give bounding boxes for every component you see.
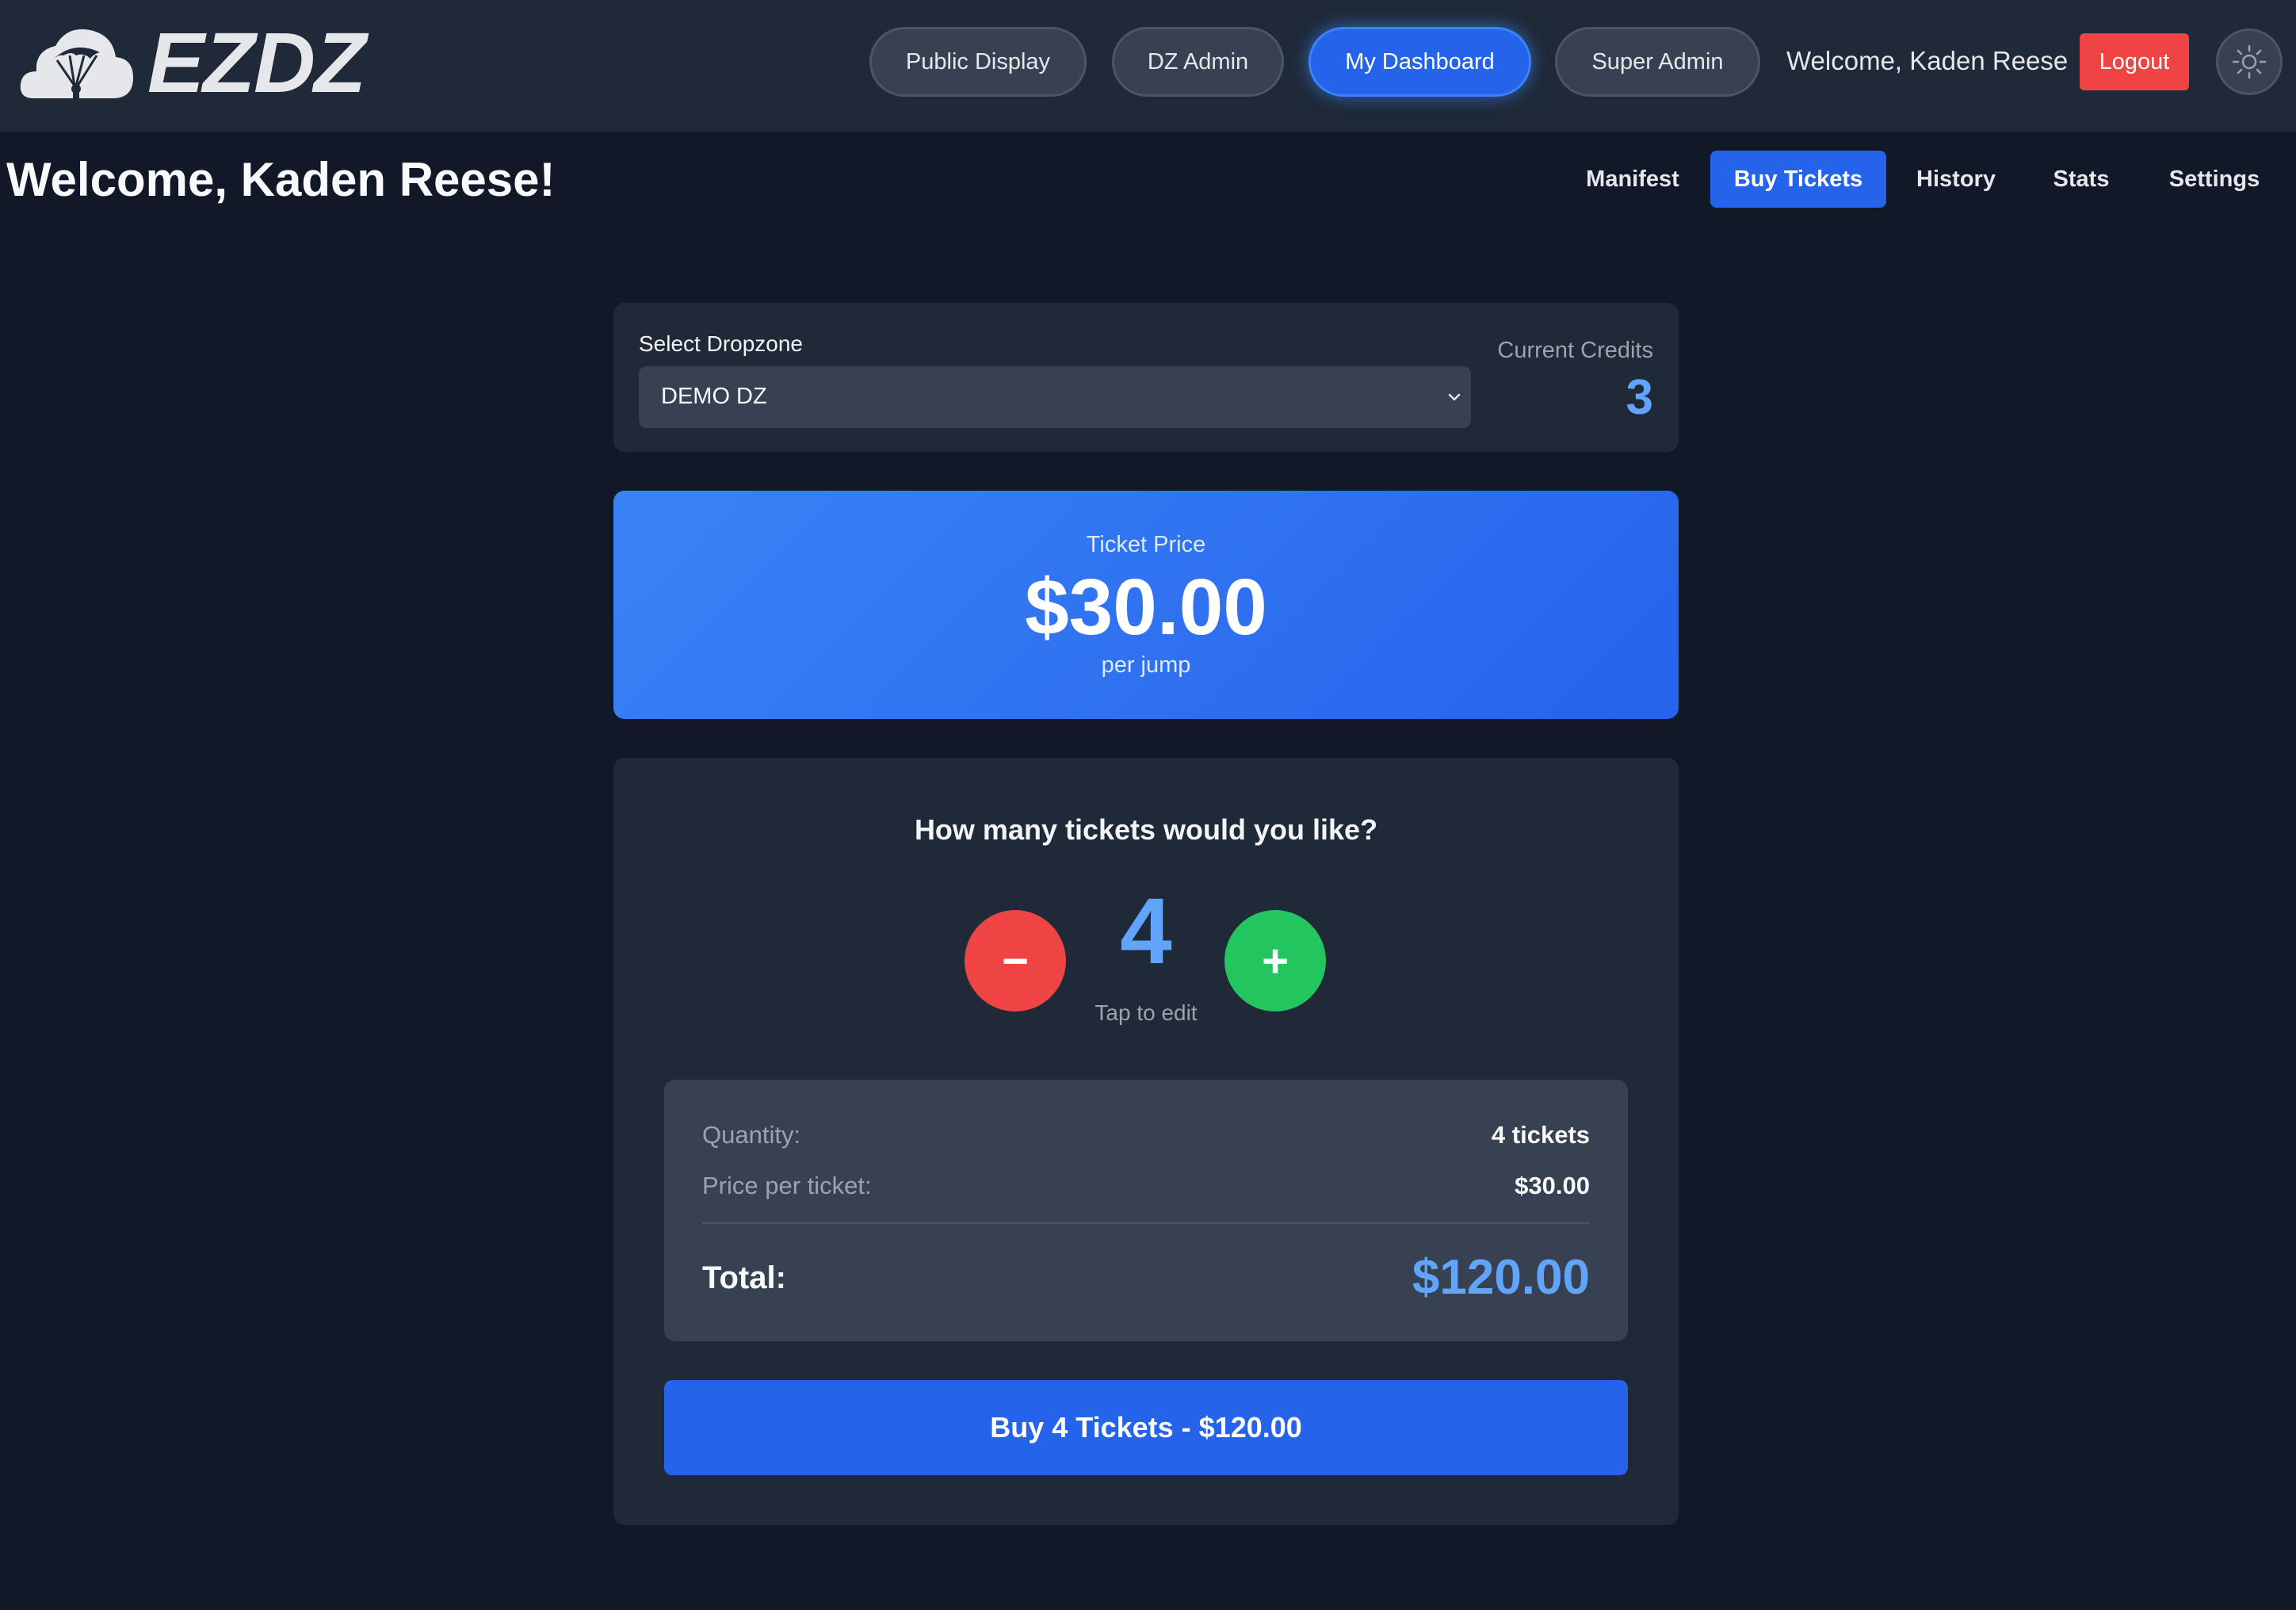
dropzone-label: Select Dropzone: [639, 331, 804, 356]
nav-super-admin[interactable]: Super Admin: [1555, 27, 1760, 97]
summary-total-value: $120.00: [1412, 1250, 1590, 1305]
welcome-user-text: Welcome, Kaden Reese: [1786, 46, 2069, 75]
nav-my-dashboard[interactable]: My Dashboard: [1308, 27, 1531, 97]
top-navbar: EZDZ Public Display DZ Admin My Dashboar…: [0, 0, 2296, 132]
summary-price-label: Price per ticket:: [702, 1172, 872, 1199]
dropzone-card: Select Dropzone DEMO DZ Current Credits …: [613, 303, 1679, 452]
chevron-down-icon: [1448, 393, 1461, 401]
tab-stats[interactable]: Stats: [2026, 151, 2137, 208]
app-logo[interactable]: EZDZ: [17, 14, 366, 110]
quantity-value[interactable]: 4: [1057, 885, 1235, 978]
ticket-price-card: Ticket Price $30.00 per jump: [613, 491, 1679, 719]
page-title: Welcome, Kaden Reese!: [6, 153, 556, 206]
tab-manifest[interactable]: Manifest: [1569, 151, 1696, 208]
summary-total-label: Total:: [702, 1260, 786, 1295]
tab-history[interactable]: History: [1901, 151, 2011, 208]
dropzone-selected-value: DEMO DZ: [661, 384, 767, 409]
nav-dz-admin[interactable]: DZ Admin: [1112, 27, 1284, 97]
theme-toggle-button[interactable]: [2216, 29, 2283, 95]
ticket-price-unit: per jump: [1101, 652, 1191, 678]
tab-buy-tickets[interactable]: Buy Tickets: [1710, 151, 1886, 208]
quantity-edit-hint: Tap to edit: [1095, 1000, 1198, 1025]
brand-name: EZDZ: [147, 14, 366, 110]
quantity-question: How many tickets would you like?: [914, 813, 1378, 846]
summary-divider: [702, 1222, 1590, 1224]
quantity-card: How many tickets would you like? − 4 Tap…: [613, 758, 1679, 1525]
ticket-price-label: Ticket Price: [1086, 532, 1206, 557]
order-summary: Quantity: 4 tickets Price per ticket: $3…: [664, 1080, 1628, 1341]
sun-icon: [2232, 44, 2267, 79]
increment-button[interactable]: +: [1224, 910, 1326, 1012]
summary-price-value: $30.00: [1515, 1172, 1590, 1199]
credits-label: Current Credits: [1497, 338, 1653, 363]
summary-quantity-label: Quantity:: [702, 1121, 801, 1149]
nav-public-display[interactable]: Public Display: [869, 27, 1087, 97]
ticket-price-value: $30.00: [1025, 563, 1267, 652]
tab-settings[interactable]: Settings: [2151, 151, 2278, 208]
summary-quantity-value: 4 tickets: [1491, 1121, 1590, 1149]
logout-button[interactable]: Logout: [2080, 33, 2189, 90]
buy-tickets-button[interactable]: Buy 4 Tickets - $120.00: [664, 1380, 1628, 1475]
decrement-button[interactable]: −: [965, 910, 1066, 1012]
cloud-parachute-icon: [20, 29, 133, 103]
credits-value: 3: [1626, 370, 1653, 425]
dropzone-select[interactable]: DEMO DZ: [639, 366, 1471, 428]
